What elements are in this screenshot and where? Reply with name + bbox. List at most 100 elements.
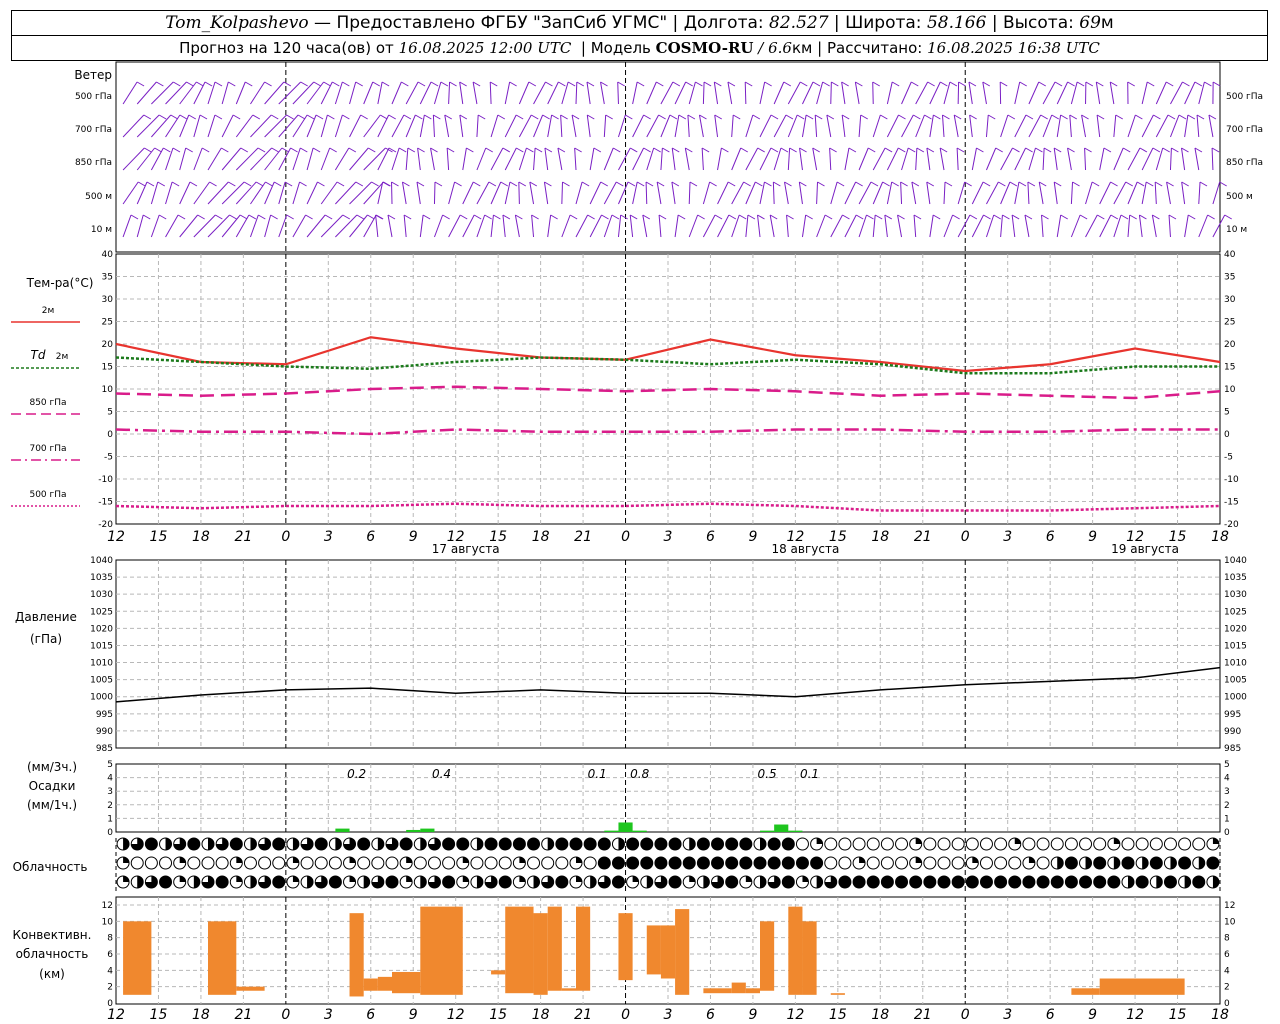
- wind-barb-flag: [653, 147, 661, 153]
- wind-barb-flag: [509, 181, 518, 187]
- wind-barb-flag: [933, 114, 941, 120]
- wind-barb-shaft: [557, 147, 563, 171]
- cloud-symbol: [979, 837, 993, 851]
- wind-barb-flag: [805, 214, 813, 220]
- wind-barb-shaft: [941, 114, 945, 138]
- wind-barb-flag: [1165, 81, 1174, 87]
- wind-barb-flag: [312, 147, 321, 153]
- precip-tick-left: 5: [107, 760, 113, 770]
- conv-tick-right: 10: [1224, 917, 1236, 927]
- wind-barb-flag: [1207, 214, 1215, 220]
- cloud-symbol-fill: [236, 857, 243, 863]
- wind-barb-shaft: [179, 114, 190, 138]
- wind-barb-flag: [1035, 147, 1043, 153]
- wind-barb-shaft: [165, 181, 173, 205]
- precip-bar: [788, 830, 803, 832]
- wind-barb-shaft: [433, 181, 436, 205]
- wind-barb-shaft: [165, 214, 179, 238]
- wind-barb-shaft: [674, 214, 679, 238]
- wind-barb-flag: [240, 147, 249, 153]
- cloud-symbol-fill: [292, 857, 299, 863]
- wind-barb-shaft: [829, 147, 832, 171]
- wind-barb-shaft: [349, 214, 368, 238]
- wind-barb-flag: [689, 181, 698, 187]
- cloud-symbol-fill: [519, 857, 526, 863]
- convective-bar: [618, 913, 633, 981]
- wind-barb-flag: [221, 147, 229, 153]
- wind-barb-shaft: [235, 81, 246, 105]
- wind-barb-shaft: [985, 114, 989, 138]
- wind-barb-shaft: [844, 214, 857, 238]
- wind-barb-flag: [743, 181, 751, 187]
- precip-tick-right: 5: [1224, 760, 1230, 770]
- cloud-symbol: [668, 837, 682, 851]
- wind-barb-flag: [913, 114, 921, 120]
- wind-barb-shaft: [306, 214, 326, 238]
- cloud-symbol-fill: [1085, 857, 1092, 869]
- pressure-tick-right: 1005: [1224, 676, 1247, 686]
- wind-barb-shaft: [1014, 114, 1027, 138]
- wind-barb-flag: [332, 81, 340, 87]
- wind-barb-flag: [814, 114, 823, 120]
- wind-barb-flag: [1027, 181, 1036, 187]
- wind-barb-flag: [613, 147, 621, 153]
- wind-barb-flag: [732, 114, 741, 120]
- wind-barb-shaft: [603, 114, 607, 138]
- wind-barb-flag: [531, 114, 539, 120]
- cloud-symbol: [456, 837, 470, 851]
- wind-barb-flag: [942, 114, 950, 120]
- wind-barb-flag: [528, 81, 537, 87]
- hour-label-top: 3: [324, 529, 333, 545]
- cloud-symbol: [951, 875, 965, 889]
- wind-barb-shaft: [632, 81, 638, 105]
- wind-barb-shaft: [772, 181, 775, 205]
- cloud-symbol: [1121, 856, 1135, 870]
- wind-barb-shaft: [433, 214, 444, 238]
- wind-barb-shaft: [122, 214, 132, 238]
- wind-barb-flag: [1011, 214, 1020, 220]
- cloud-symbol-fill: [1212, 876, 1219, 888]
- wind-barb-shaft: [349, 147, 369, 171]
- wind-barb-flag: [1084, 147, 1092, 153]
- wind-barb-flag: [324, 214, 333, 220]
- wind-barb-flag: [1054, 81, 1063, 87]
- wind-barb-flag: [170, 114, 179, 120]
- wind-barb-flag: [1182, 81, 1190, 87]
- cloud-symbol: [852, 875, 866, 889]
- wind-barb-shaft: [759, 81, 766, 105]
- wind-barb-flag: [355, 81, 363, 87]
- cloud-symbol: [1064, 837, 1078, 851]
- wind-barb-shaft: [136, 81, 157, 105]
- wind-barb-flag: [173, 81, 181, 87]
- wind-barb-flag: [907, 147, 916, 153]
- wind-barb-shaft: [698, 114, 704, 138]
- wind-barb-shaft: [1154, 181, 1157, 205]
- cloud-symbol-fill: [689, 876, 696, 882]
- wind-barb-flag: [515, 114, 524, 120]
- wind-barb-flag: [327, 114, 335, 120]
- wind-barb-shaft: [900, 181, 903, 205]
- wind-barb-flag: [558, 81, 566, 87]
- cloud-symbol: [654, 837, 668, 851]
- wind-barb-shaft: [816, 181, 819, 205]
- wind-barb-flag: [1079, 214, 1088, 220]
- wind-barb-shaft: [221, 81, 229, 105]
- cloud-symbol: [909, 875, 923, 889]
- cloud-symbol: [838, 875, 852, 889]
- conv-tick-right: 4: [1224, 966, 1230, 976]
- wind-barb-shaft: [250, 147, 273, 171]
- wind-barb-flag: [1115, 114, 1123, 120]
- precip-bar: [632, 830, 647, 832]
- wind-barb-flag: [1152, 147, 1161, 153]
- wind-barb-flag: [424, 114, 432, 120]
- wind-barb-flag: [1135, 114, 1143, 120]
- wind-barb-flag: [949, 81, 958, 87]
- wind-barb-flag: [752, 114, 761, 120]
- hour-label-bottom: 3: [664, 1007, 673, 1023]
- cloud-symbol-fill: [420, 876, 427, 888]
- cloud-symbol: [923, 837, 937, 851]
- cloud-symbol: [555, 837, 569, 851]
- wind-barb-shaft: [586, 81, 591, 105]
- cloud-symbol: [880, 837, 894, 851]
- wind-barb-flag: [497, 114, 506, 120]
